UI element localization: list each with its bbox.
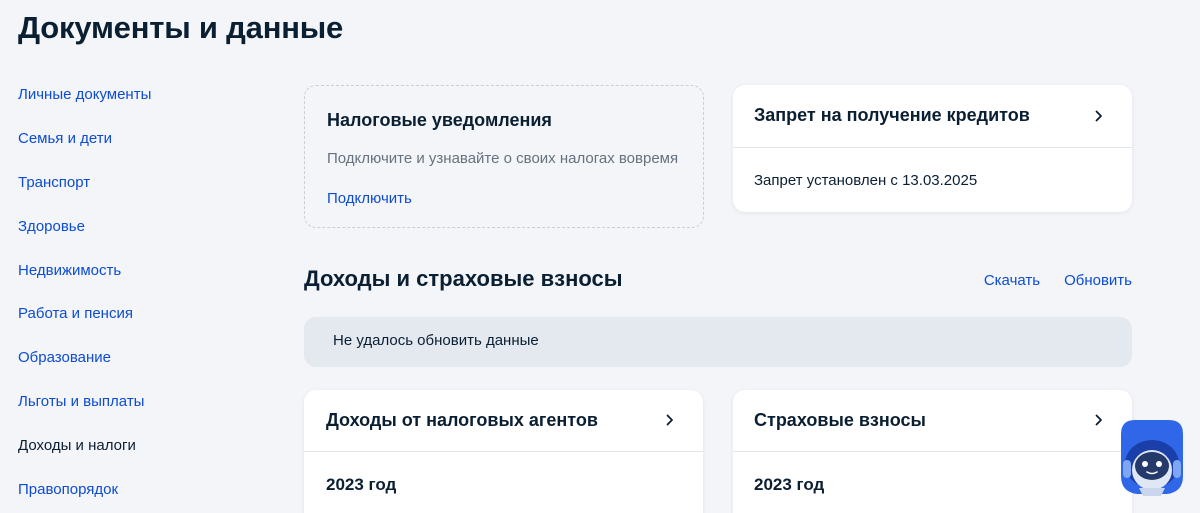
credit-ban-status: Запрет установлен с 13.03.2025 (754, 172, 978, 189)
connect-link[interactable]: Подключить (327, 190, 412, 207)
card-divider (733, 147, 1132, 148)
card-divider (304, 451, 703, 452)
credit-ban-title: Запрет на получение кредитов (754, 105, 1030, 125)
income-section-title: Доходы и страховые взносы (304, 266, 623, 291)
sidebar-item-health[interactable]: Здоровье (18, 217, 248, 261)
page-title: Документы и данные (18, 10, 344, 45)
tax-notifications-card: Налоговые уведомления Подключите и узнав… (304, 85, 704, 228)
sidebar-item-income-taxes[interactable]: Доходы и налоги (18, 436, 248, 480)
insurance-contributions-title: Страховые взносы (754, 410, 926, 430)
refresh-link[interactable]: Обновить (1064, 272, 1132, 289)
card-divider (733, 451, 1132, 452)
update-error-alert: Не удалось обновить данные (304, 317, 1132, 367)
insurance-contributions-card[interactable]: Страховые взносы 2023 год (733, 390, 1132, 513)
sidebar-item-education[interactable]: Образование (18, 348, 248, 392)
sidebar-item-family-children[interactable]: Семья и дети (18, 129, 248, 173)
sidebar-item-transport[interactable]: Транспорт (18, 173, 248, 217)
section-actions: Скачать Обновить (984, 272, 1132, 289)
tax-notifications-description: Подключите и узнавайте о своих налогах в… (327, 150, 679, 167)
chevron-right-icon[interactable] (1095, 110, 1105, 122)
tax-agents-income-card[interactable]: Доходы от налоговых агентов 2023 год (304, 390, 703, 513)
update-error-text: Не удалось обновить данные (333, 332, 539, 349)
chevron-right-icon[interactable] (666, 414, 676, 426)
sidebar-item-real-estate[interactable]: Недвижимость (18, 261, 248, 305)
insurance-contributions-year: 2023 год (754, 475, 825, 494)
sidebar-item-benefits[interactable]: Льготы и выплаты (18, 392, 248, 436)
tax-agents-income-title: Доходы от налоговых агентов (326, 410, 598, 430)
sidebar-nav: Личные документы Семья и дети Транспорт … (18, 85, 248, 513)
download-link[interactable]: Скачать (984, 272, 1040, 289)
sidebar-item-personal-documents[interactable]: Личные документы (18, 85, 248, 129)
chevron-right-icon[interactable] (1095, 414, 1105, 426)
robot-assistant-icon[interactable] (1113, 416, 1191, 500)
tax-agents-year: 2023 год (326, 475, 397, 494)
credit-ban-card[interactable]: Запрет на получение кредитов Запрет уста… (733, 85, 1132, 212)
sidebar-item-law-enforcement[interactable]: Правопорядок (18, 480, 248, 513)
tax-notifications-title: Налоговые уведомления (327, 110, 552, 130)
sidebar-item-work-pension[interactable]: Работа и пенсия (18, 304, 248, 348)
